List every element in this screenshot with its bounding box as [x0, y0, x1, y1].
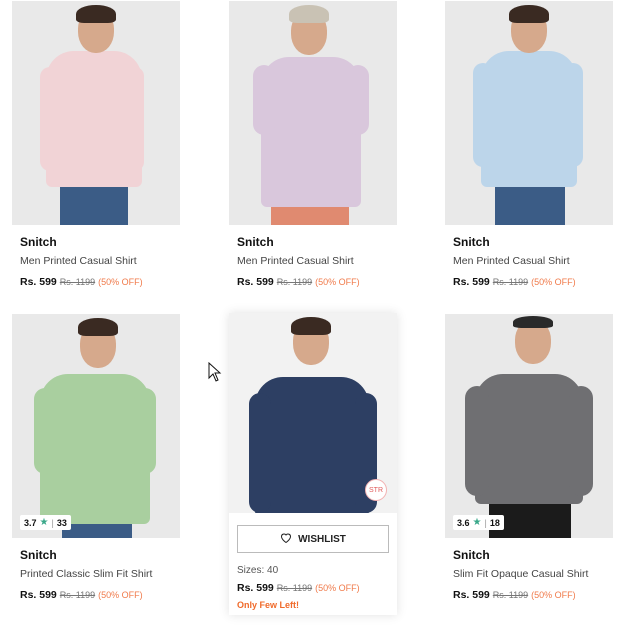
mouse-cursor-icon	[208, 361, 222, 387]
product-card[interactable]: 3.6 ★ | 18 Snitch Slim Fit Opaque Casual Sh…	[445, 314, 613, 601]
product-title: Men Printed Casual Shirt	[20, 255, 137, 267]
product-image[interactable]	[229, 1, 397, 225]
rating-badge: 3.6 ★ | 18	[453, 515, 504, 530]
product-image[interactable]: 3.6 ★ | 18	[445, 314, 613, 538]
product-card[interactable]: Snitch Men Printed Casual Shirt Rs. 599 R…	[445, 1, 613, 288]
product-title: Printed Classic Slim Fit Shirt	[20, 568, 153, 580]
stock-note: Only Few Left!	[237, 600, 300, 610]
product-brand: Snitch	[453, 548, 490, 562]
product-title: Men Printed Casual Shirt	[237, 255, 354, 267]
product-price: Rs. 599 Rs. 1199 (50% OFF)	[20, 589, 143, 601]
product-price: Rs. 599 Rs. 1199 (50% OFF)	[20, 276, 143, 288]
star-icon: ★	[39, 517, 49, 528]
product-brand: Snitch	[453, 235, 490, 249]
brand-logo-icon: STR	[365, 479, 387, 501]
product-card-hovered[interactable]: STR WISHLIST Sizes: 40 Rs. 599 Rs. 1199 (5…	[229, 313, 397, 615]
product-card[interactable]: 3.7 ★ | 33 Snitch Printed Classic Slim Fit …	[12, 314, 180, 601]
product-image[interactable]: STR	[229, 313, 397, 513]
product-brand: Snitch	[20, 548, 57, 562]
product-card[interactable]: Snitch Men Printed Casual Shirt Rs. 599 R…	[229, 1, 397, 288]
product-price: Rs. 599 Rs. 1199 (50% OFF)	[453, 589, 576, 601]
heart-icon	[280, 532, 292, 546]
wishlist-button[interactable]: WISHLIST	[237, 525, 389, 553]
product-price: Rs. 599 Rs. 1199 (50% OFF)	[453, 276, 576, 288]
product-brand: Snitch	[237, 235, 274, 249]
product-image[interactable]	[12, 1, 180, 225]
rating-badge: 3.7 ★ | 33	[20, 515, 71, 530]
product-image[interactable]: 3.7 ★ | 33	[12, 314, 180, 538]
star-icon: ★	[472, 517, 482, 528]
product-brand: Snitch	[20, 235, 57, 249]
product-price: Rs. 599 Rs. 1199 (50% OFF)	[237, 276, 360, 288]
product-image[interactable]	[445, 1, 613, 225]
product-card[interactable]: Snitch Men Printed Casual Shirt Rs. 599 R…	[12, 1, 180, 288]
product-price: Rs. 599 Rs. 1199 (50% OFF)	[237, 582, 360, 594]
product-title: Slim Fit Opaque Casual Shirt	[453, 568, 589, 580]
product-title: Men Printed Casual Shirt	[453, 255, 570, 267]
sizes-label: Sizes: 40	[237, 565, 279, 576]
